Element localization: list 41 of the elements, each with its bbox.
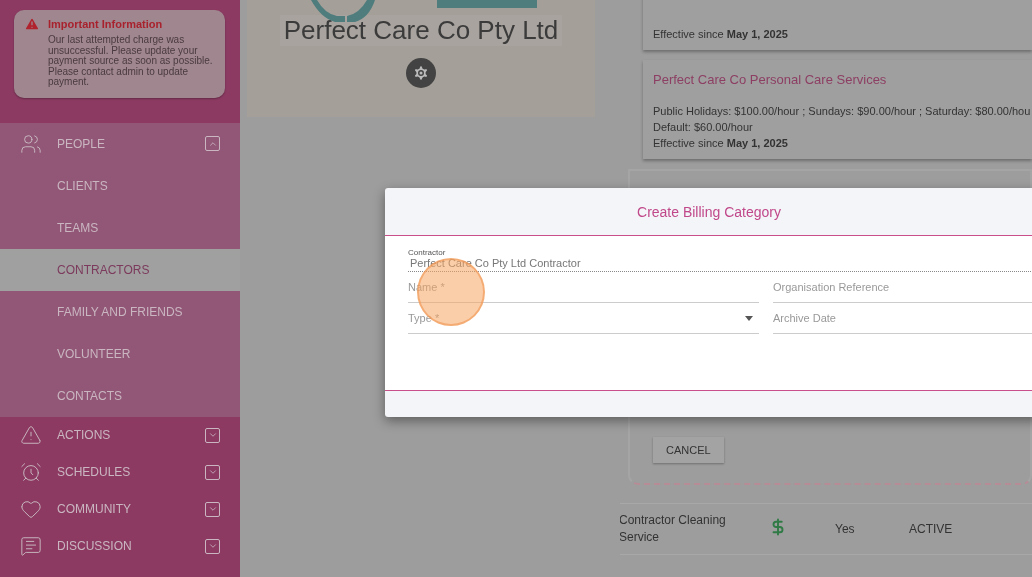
- expand-icon[interactable]: [205, 501, 220, 517]
- collapse-icon[interactable]: [205, 136, 220, 151]
- expand-icon[interactable]: [205, 538, 220, 554]
- people-icon: [20, 132, 42, 155]
- clock-icon: [20, 461, 42, 483]
- chat-icon: [20, 535, 42, 557]
- sidebar-subitem[interactable]: CONTRACTORS: [0, 248, 240, 291]
- input-field[interactable]: Archive Date: [773, 312, 1032, 324]
- settings-button[interactable]: [406, 58, 436, 88]
- card-title: Perfect Care Co Personal Care Services: [653, 72, 888, 87]
- rate-text: Public Holidays: $100.00/hour ; Sundays: $90.00/hour ; Saturday: $80.00/hou: [653, 104, 1032, 119]
- sidebar-item[interactable]: DISCUSSION: [57, 539, 205, 553]
- sidebar-item[interactable]: SCHEDULES: [57, 465, 205, 479]
- sidebar-subitem[interactable]: VOLUNTEER: [0, 332, 240, 375]
- sidebar-subitem[interactable]: FAMILY AND FRIENDS: [0, 290, 240, 333]
- sidebar-subitem[interactable]: CLIENTS: [0, 164, 240, 207]
- heart-icon: [20, 498, 42, 520]
- sidebar-item[interactable]: COMMUNITY: [57, 502, 205, 516]
- input-field[interactable]: Organisation Reference: [773, 281, 1032, 293]
- company-name: Perfect Care Co Pty Ltd: [279, 15, 563, 46]
- select-field[interactable]: Type *: [408, 312, 746, 324]
- warning-icon: [24, 16, 40, 32]
- table-cell-text: ACTIVE: [909, 520, 954, 538]
- expand-icon[interactable]: [205, 464, 220, 480]
- rate-text: Effective since May 1, 2025: [653, 27, 789, 42]
- expand-icon[interactable]: [205, 427, 220, 443]
- warning-icon: [20, 424, 42, 446]
- table-cell-text: Contractor Cleaning Service: [620, 512, 727, 546]
- gear-icon: [412, 64, 430, 82]
- caret-icon: [745, 315, 753, 321]
- sidebar-subitem[interactable]: TEAMS: [0, 206, 240, 249]
- sidebar-item[interactable]: ACTIONS: [57, 428, 205, 442]
- table-cell-text: Yes: [835, 520, 856, 538]
- sidebar-subitem[interactable]: CONTACTS: [0, 374, 240, 417]
- dialog-title: Create Billing Category: [637, 203, 781, 220]
- sidebar-item[interactable]: PEOPLE: [57, 136, 205, 151]
- alert-message: Our last attempted charge was unsuccessful. Please update your payment source as soon as possible. Please contact admin to update payment.: [48, 35, 214, 88]
- rate-text: Default: $60.00/hour: [653, 120, 754, 135]
- alert-title: Important Information: [48, 18, 163, 30]
- rate-text: Effective since May 1, 2025: [653, 136, 789, 151]
- cancel-button[interactable]: CANCEL: [653, 437, 724, 463]
